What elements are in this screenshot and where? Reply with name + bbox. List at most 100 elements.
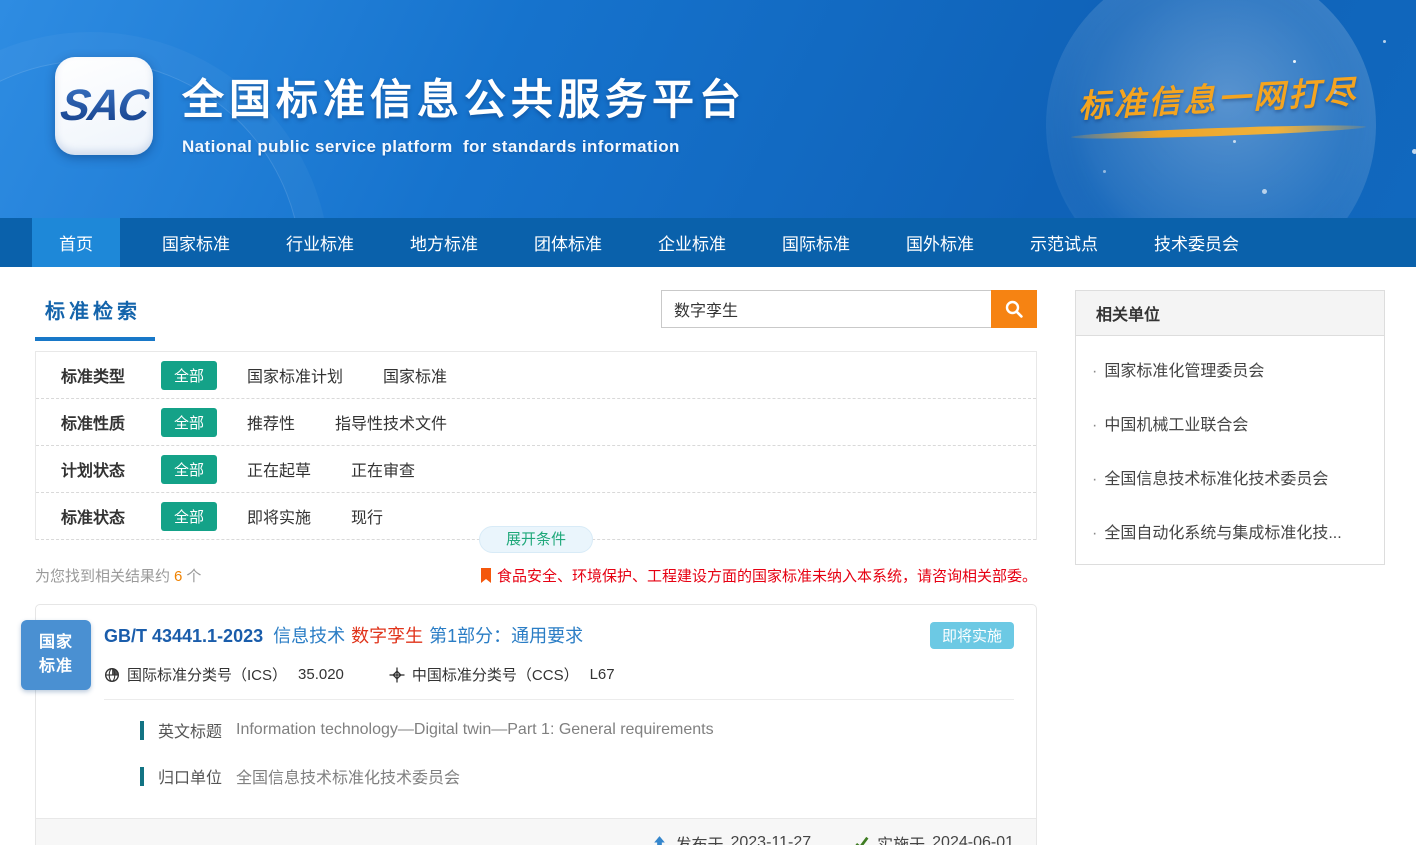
site-header: SAC 全国标准信息公共服务平台 National public service… <box>0 0 1416 218</box>
filter-all-button[interactable]: 全部 <box>161 455 217 484</box>
related-unit-link[interactable]: 全国信息技术标准化技术委员会 <box>1076 450 1384 504</box>
nav-item-industry-standards[interactable]: 行业标准 <box>258 218 382 267</box>
nav-item-foreign-standards[interactable]: 国外标准 <box>878 218 1002 267</box>
publish-date: 2023-11-27 <box>730 834 811 845</box>
related-units-list: 国家标准化管理委员会 中国机械工业联合会 全国信息技术标准化技术委员会 全国自动… <box>1076 336 1384 564</box>
filter-option[interactable]: 国家标准计划 <box>247 363 343 387</box>
detail-bar <box>140 721 144 740</box>
search-button[interactable] <box>991 290 1037 328</box>
sparkle-dots <box>1293 60 1296 63</box>
filter-label: 标准状态 <box>61 504 161 528</box>
nav-item-technical-committee[interactable]: 技术委员会 <box>1126 218 1267 267</box>
search-section: 标准检索 <box>35 290 1037 341</box>
result-meta-row: 为您找到相关结果约6个 食品安全、环境保护、工程建设方面的国家标准未纳入本系统，… <box>35 565 1037 586</box>
filter-option[interactable]: 现行 <box>351 504 383 528</box>
nav-item-national-standards[interactable]: 国家标准 <box>134 218 258 267</box>
card-footer: 发布于 2023-11-27 实施于 2024-06-01 <box>36 818 1036 845</box>
result-count-number: 6 <box>174 568 182 585</box>
filter-row-standard-type: 标准类型 全部 国家标准计划 国家标准 <box>36 352 1036 399</box>
expand-conditions-button[interactable]: 展开条件 <box>479 526 593 553</box>
search-box <box>661 290 1037 328</box>
filter-panel: 标准类型 全部 国家标准计划 国家标准 标准性质 全部 推荐性 指导性技术文件 … <box>35 351 1037 540</box>
result-count: 为您找到相关结果约6个 <box>35 565 201 586</box>
publish-icon <box>651 835 668 845</box>
implement-label: 实施于 <box>877 831 925 845</box>
detail-bar <box>140 767 144 786</box>
filter-option[interactable]: 正在起草 <box>247 457 311 481</box>
standard-code: GB/T 43441.1-2023 <box>104 626 263 646</box>
filter-row-plan-status: 计划状态 全部 正在起草 正在审查 <box>36 446 1036 493</box>
tab-standard-search[interactable]: 标准检索 <box>35 290 155 341</box>
badge-line2: 标准 <box>39 655 73 679</box>
sac-logo[interactable]: SAC <box>55 57 153 155</box>
national-standard-badge: 国家 标准 <box>21 620 91 690</box>
related-unit-link[interactable]: 国家标准化管理委员会 <box>1076 342 1384 396</box>
filter-option[interactable]: 即将实施 <box>247 504 311 528</box>
search-input[interactable] <box>661 290 991 328</box>
main-content: 标准检索 标准类型 全部 国家标准计划 国家标准 标准性质 全部 <box>0 267 1416 845</box>
filter-label: 标准类型 <box>61 363 161 387</box>
publish-label: 发布于 <box>675 831 723 845</box>
detail-label: 归口单位 <box>158 764 222 788</box>
status-badge: 即将实施 <box>930 622 1014 649</box>
detail-row-committee: 归口单位 全国信息技术标准化技术委员会 <box>140 764 1014 788</box>
search-icon <box>1004 299 1024 319</box>
ccs-label: 中国标准分类号（CCS） <box>412 664 579 685</box>
related-unit-link[interactable]: 全国自动化系统与集成标准化技... <box>1076 504 1384 558</box>
standard-title-rest: 第1部分：通用要求 <box>429 626 583 646</box>
filter-label: 标准性质 <box>61 410 161 434</box>
detail-value: Information technology—Digital twin—Part… <box>236 721 714 739</box>
content-column: 标准检索 标准类型 全部 国家标准计划 国家标准 标准性质 全部 <box>35 290 1037 845</box>
detail-value: 全国信息技术标准化技术委员会 <box>236 764 460 788</box>
compass-icon <box>389 667 405 683</box>
site-subtitle: National public service platform for sta… <box>182 137 746 157</box>
badge-line1: 国家 <box>39 631 73 655</box>
standard-title-highlight: 数字孪生 <box>351 626 423 646</box>
standard-title-link[interactable]: GB/T 43441.1-2023 信息技术数字孪生第1部分：通用要求 <box>104 622 583 648</box>
related-unit-link[interactable]: 中国机械工业联合会 <box>1076 396 1384 450</box>
filter-option[interactable]: 指导性技术文件 <box>335 410 447 434</box>
ics-meta: 国际标准分类号（ICS） 35.020 <box>104 664 344 685</box>
nav-item-group-standards[interactable]: 团体标准 <box>506 218 630 267</box>
bookmark-icon <box>480 568 492 584</box>
globe-icon <box>104 667 120 683</box>
site-title: 全国标准信息公共服务平台 <box>182 66 746 127</box>
result-card: 国家 标准 GB/T 43441.1-2023 信息技术数字孪生第1部分：通用要求… <box>35 604 1037 845</box>
ics-value: 35.020 <box>298 666 344 683</box>
result-count-prefix: 为您找到相关结果约 <box>35 568 170 585</box>
site-title-block: 全国标准信息公共服务平台 National public service pla… <box>182 66 746 157</box>
filter-option[interactable]: 正在审查 <box>351 457 415 481</box>
nav-item-local-standards[interactable]: 地方标准 <box>382 218 506 267</box>
result-count-suffix: 个 <box>186 568 201 585</box>
nav-item-enterprise-standards[interactable]: 企业标准 <box>630 218 754 267</box>
card-title-row: GB/T 43441.1-2023 信息技术数字孪生第1部分：通用要求 即将实施 <box>104 622 1014 649</box>
detail-label: 英文标题 <box>158 718 222 742</box>
card-meta-row: 国际标准分类号（ICS） 35.020 中国标准分类号（CCS） L67 <box>104 664 1014 685</box>
nav-item-international-standards[interactable]: 国际标准 <box>754 218 878 267</box>
filter-label: 计划状态 <box>61 457 161 481</box>
filter-all-button[interactable]: 全部 <box>161 408 217 437</box>
nav-item-pilot[interactable]: 示范试点 <box>1002 218 1126 267</box>
implement-date-item: 实施于 2024-06-01 <box>853 831 1014 845</box>
related-units-panel: 相关单位 国家标准化管理委员会 中国机械工业联合会 全国信息技术标准化技术委员会… <box>1075 290 1385 565</box>
ics-label: 国际标准分类号（ICS） <box>127 664 287 685</box>
ccs-value: L67 <box>590 666 615 683</box>
implement-check-icon <box>853 835 870 845</box>
standard-title-text: 信息技术 <box>273 626 345 646</box>
ccs-meta: 中国标准分类号（CCS） L67 <box>389 664 615 685</box>
card-details: 英文标题 Information technology—Digital twin… <box>104 700 1014 812</box>
filter-all-button[interactable]: 全部 <box>161 361 217 390</box>
card-main: GB/T 43441.1-2023信息技术数字孪生第1部分：通用要求 即将实施 … <box>36 605 1036 818</box>
publish-date-item: 发布于 2023-11-27 <box>651 831 811 845</box>
implement-date: 2024-06-01 <box>932 834 1014 845</box>
detail-row-english-title: 英文标题 Information technology—Digital twin… <box>140 718 1014 742</box>
filter-row-standard-nature: 标准性质 全部 推荐性 指导性技术文件 <box>36 399 1036 446</box>
nav-item-home[interactable]: 首页 <box>32 218 120 267</box>
notice: 食品安全、环境保护、工程建设方面的国家标准未纳入本系统，请咨询相关部委。 <box>480 565 1037 586</box>
filter-option[interactable]: 推荐性 <box>247 410 295 434</box>
related-units-title: 相关单位 <box>1076 291 1384 336</box>
sac-logo-text: SAC <box>57 81 151 131</box>
main-nav: 首页 国家标准 行业标准 地方标准 团体标准 企业标准 国际标准 国外标准 示范… <box>0 218 1416 267</box>
filter-all-button[interactable]: 全部 <box>161 502 217 531</box>
filter-option[interactable]: 国家标准 <box>383 363 447 387</box>
